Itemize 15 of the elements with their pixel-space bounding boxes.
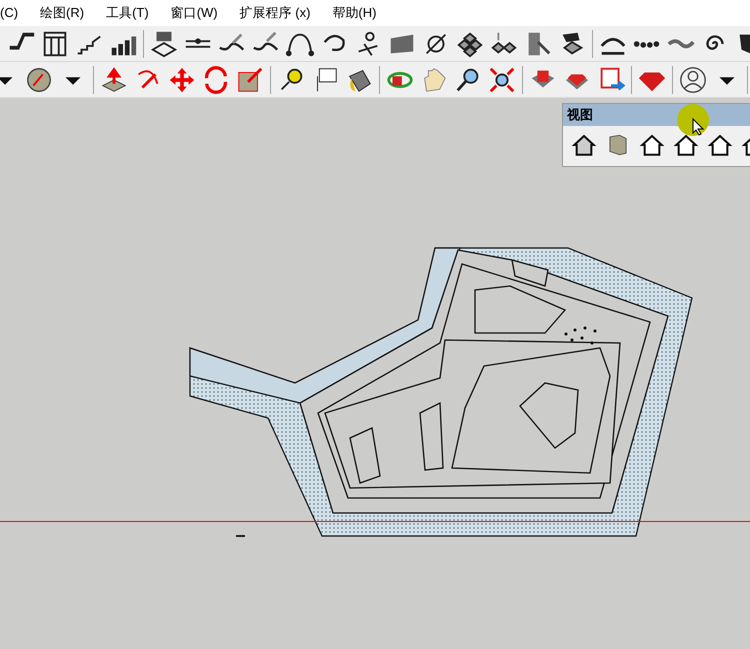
menu-item[interactable]: 窗口(W) bbox=[170, 3, 218, 23]
panel-title: 视图 bbox=[567, 106, 593, 124]
menu-item[interactable]: 工具(T) bbox=[106, 3, 149, 23]
dash-mark bbox=[236, 535, 245, 537]
menu-item[interactable]: 帮助(H) bbox=[332, 3, 376, 23]
house-icon[interactable] bbox=[705, 132, 735, 158]
menu-item[interactable]: 扩展程序 (x) bbox=[240, 3, 310, 23]
user-circle-icon[interactable] bbox=[678, 64, 708, 94]
house-icon[interactable] bbox=[637, 132, 667, 158]
push-pull-icon[interactable] bbox=[99, 64, 129, 94]
house-icon[interactable] bbox=[671, 132, 701, 158]
house-icon[interactable] bbox=[569, 132, 599, 158]
menu-item[interactable]: (C) bbox=[0, 3, 18, 23]
menu-item[interactable]: 绘图(R) bbox=[40, 3, 84, 23]
cursor-icon bbox=[692, 118, 704, 136]
